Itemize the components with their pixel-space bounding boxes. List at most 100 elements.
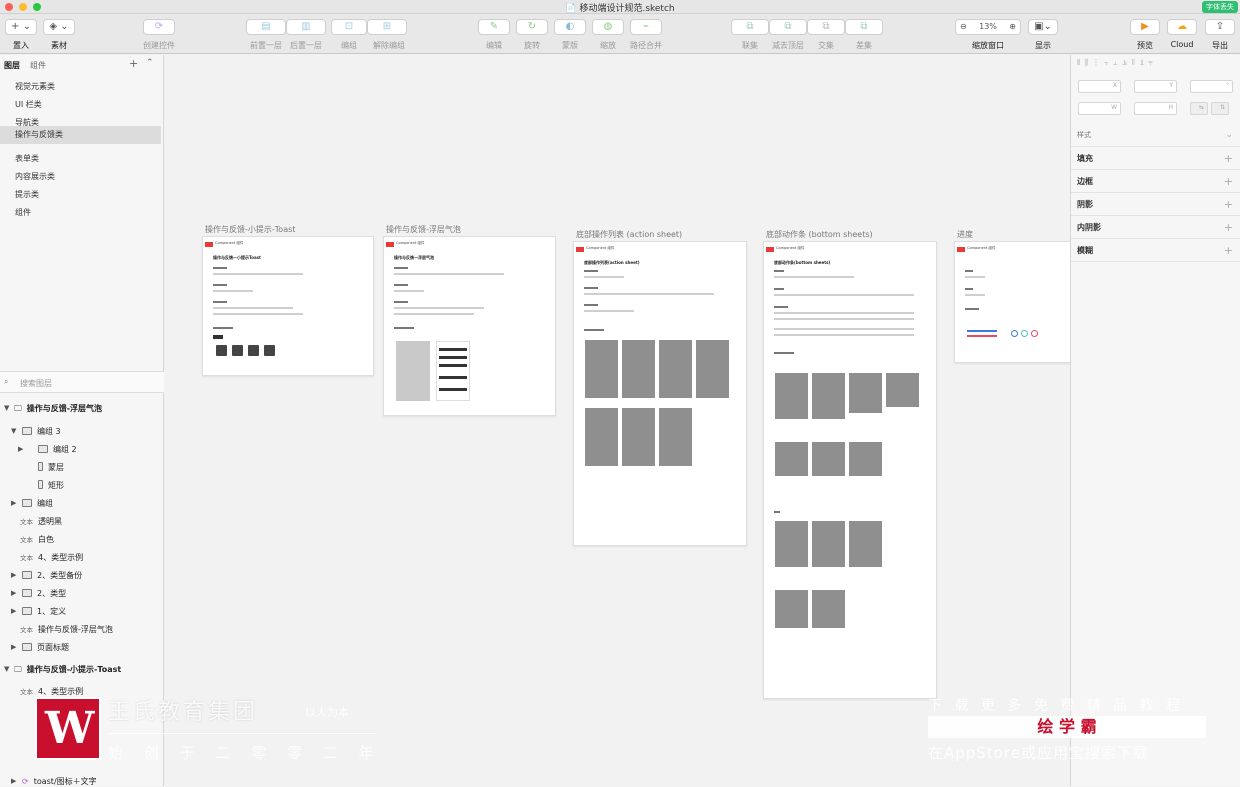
create-symbol-button[interactable]: ⟳: [143, 19, 175, 35]
inspector-section[interactable]: 填充 +: [1071, 147, 1240, 170]
layer-row[interactable]: 编组 3: [22, 426, 61, 437]
intersect-button[interactable]: ⧉: [807, 19, 845, 35]
phone-mockup: [585, 408, 618, 466]
scale-button[interactable]: ◍: [592, 19, 624, 35]
scale-label: 缩放: [600, 41, 616, 50]
export-button[interactable]: ⇪: [1205, 19, 1235, 35]
page-item[interactable]: 视觉元素类: [15, 81, 55, 92]
symbols-button[interactable]: ◈ ⌄: [43, 19, 75, 35]
cloud-button[interactable]: ☁: [1167, 19, 1197, 35]
disclosure-collapsed-icon[interactable]: ▶: [18, 445, 23, 453]
zoom-control[interactable]: ⊖ 13% ⊕: [955, 19, 1021, 35]
insert-button[interactable]: + ⌄: [5, 19, 37, 35]
x-field[interactable]: X: [1078, 80, 1121, 93]
missing-fonts-badge[interactable]: 字体丢失: [1202, 1, 1238, 13]
ungroup-button[interactable]: ⊞: [367, 19, 407, 35]
disclosure-expanded-icon[interactable]: ▼: [4, 665, 9, 673]
page-item[interactable]: 提示类: [15, 189, 39, 200]
layer-row[interactable]: 文本 4、类型示例: [20, 552, 83, 563]
add-page-icon[interactable]: +: [129, 57, 138, 70]
tab-layers[interactable]: 图层: [4, 60, 20, 71]
canvas[interactable]: 操作与反馈-小提示-Toast Component 组件 操作与反馈—小提示To…: [164, 55, 1070, 786]
page-item[interactable]: 操作与反馈类: [0, 126, 161, 144]
disclosure-collapsed-icon[interactable]: ▶: [11, 589, 16, 597]
progress-bar-sample: [967, 330, 997, 332]
layer-row[interactable]: 2、类型备份: [22, 570, 82, 581]
height-field[interactable]: H: [1134, 102, 1177, 115]
inspector-section[interactable]: 边框 +: [1071, 170, 1240, 193]
add-icon[interactable]: +: [1224, 193, 1233, 216]
view-button[interactable]: ▣⌄: [1028, 19, 1058, 35]
width-field[interactable]: W: [1078, 102, 1121, 115]
disclosure-collapsed-icon[interactable]: ▶: [11, 607, 16, 615]
tab-components[interactable]: 组件: [30, 60, 46, 71]
artboard-title-action-sheet[interactable]: 底部操作列表 (action sheet): [576, 229, 682, 240]
flip-vertical-button[interactable]: ⇅: [1211, 102, 1229, 115]
phone-mockup: [886, 373, 919, 407]
group-button[interactable]: ⊡: [331, 19, 367, 35]
layer-row[interactable]: 🖵 操作与反馈-小提示-Toast: [14, 664, 121, 675]
inspector-section[interactable]: 阴影 +: [1071, 193, 1240, 216]
layer-row[interactable]: 文本 白色: [20, 534, 54, 545]
rotate-button[interactable]: ↻: [516, 19, 548, 35]
add-icon[interactable]: +: [1224, 147, 1233, 170]
disclosure-collapsed-icon[interactable]: ▶: [11, 571, 16, 579]
layer-row[interactable]: 编组 2: [38, 444, 77, 455]
add-icon[interactable]: +: [1224, 216, 1233, 239]
layer-search[interactable]: ⌕ 搜索图层: [0, 371, 164, 393]
edit-button[interactable]: ✎: [478, 19, 510, 35]
align-toolbar[interactable]: ⫴⫼⋮⫟⫠⫡⫪⫫⫧: [1077, 58, 1157, 68]
page-item[interactable]: 内容展示类: [15, 171, 55, 182]
disclosure-collapsed-icon[interactable]: ▶: [11, 499, 16, 507]
add-icon[interactable]: +: [1224, 170, 1233, 193]
flatten-button[interactable]: ⌁: [630, 19, 662, 35]
layer-row[interactable]: 文本 4、类型示例: [20, 686, 83, 697]
artboard-popover[interactable]: Component 组件 操作与反馈—浮层气泡: [383, 236, 556, 416]
layer-row[interactable]: 文本 操作与反馈-浮层气泡: [20, 624, 113, 635]
zoom-in-icon[interactable]: ⊕: [1009, 20, 1016, 34]
mask-button[interactable]: ◐: [554, 19, 586, 35]
artboard-bottom-sheets[interactable]: Component 组件 底部动作条(bottom sheets): [763, 241, 937, 699]
zoom-out-icon[interactable]: ⊖: [960, 20, 967, 34]
preview-button[interactable]: ▶: [1130, 19, 1160, 35]
style-dropdown[interactable]: 样式 ⌄: [1071, 124, 1240, 147]
artboard-action-sheet[interactable]: Component 组件 底部操作列表(action sheet): [573, 241, 747, 546]
artboard-title-toast[interactable]: 操作与反馈-小提示-Toast: [205, 224, 295, 235]
layer-row[interactable]: 文本 透明黑: [20, 516, 62, 527]
forward-button[interactable]: ▤: [246, 19, 286, 35]
disclosure-collapsed-icon[interactable]: ▶: [11, 643, 16, 651]
inspector-section[interactable]: 内阴影 +: [1071, 216, 1240, 239]
layer-row[interactable]: 蒙层: [38, 462, 64, 473]
disclosure-expanded-icon[interactable]: ▼: [11, 427, 16, 435]
layer-row[interactable]: 2、类型: [22, 588, 66, 599]
rotation-field[interactable]: °: [1190, 80, 1233, 93]
add-icon[interactable]: +: [1224, 239, 1233, 262]
backward-button[interactable]: ▥: [286, 19, 326, 35]
collapse-icon[interactable]: ⌃: [146, 58, 154, 68]
union-button[interactable]: ⧉: [731, 19, 769, 35]
disclosure-collapsed-icon[interactable]: ▶: [11, 777, 16, 785]
layer-row[interactable]: ⟳ toast/图标＋文字: [22, 776, 97, 787]
artboard-progress[interactable]: Component 组件: [954, 241, 1070, 363]
text-line: [213, 313, 303, 315]
align-icons[interactable]: ⫴⫼⋮⫟⫠⫡⫪⫫⫧: [1077, 58, 1157, 67]
artboard-title-progress[interactable]: 进度: [957, 229, 973, 240]
y-field[interactable]: Y: [1134, 80, 1177, 93]
disclosure-expanded-icon[interactable]: ▼: [4, 404, 9, 412]
page-item[interactable]: 组件: [15, 207, 31, 218]
subtract-button[interactable]: ⧉: [769, 19, 807, 35]
inspector-section[interactable]: 模糊 +: [1071, 239, 1240, 262]
layer-row[interactable]: 1、定义: [22, 606, 66, 617]
artboard-title-bottom-sheets[interactable]: 底部动作条 (bottom sheets): [766, 229, 873, 240]
layer-row[interactable]: 编组: [22, 498, 53, 509]
difference-button[interactable]: ⧉: [845, 19, 883, 35]
page-item[interactable]: UI 栏类: [15, 99, 42, 110]
layer-row[interactable]: 矩形: [38, 480, 64, 491]
layer-row[interactable]: 🖵 操作与反馈-浮层气泡: [14, 403, 102, 414]
search-input[interactable]: 搜索图层: [20, 378, 52, 389]
artboard-title-popover[interactable]: 操作与反馈-浮层气泡: [386, 224, 461, 235]
layer-row[interactable]: 页面标题: [22, 642, 69, 653]
artboard-toast[interactable]: Component 组件 操作与反馈—小提示Toast: [202, 236, 374, 376]
page-item[interactable]: 表单类: [15, 153, 39, 164]
flip-horizontal-button[interactable]: ⇆: [1190, 102, 1208, 115]
